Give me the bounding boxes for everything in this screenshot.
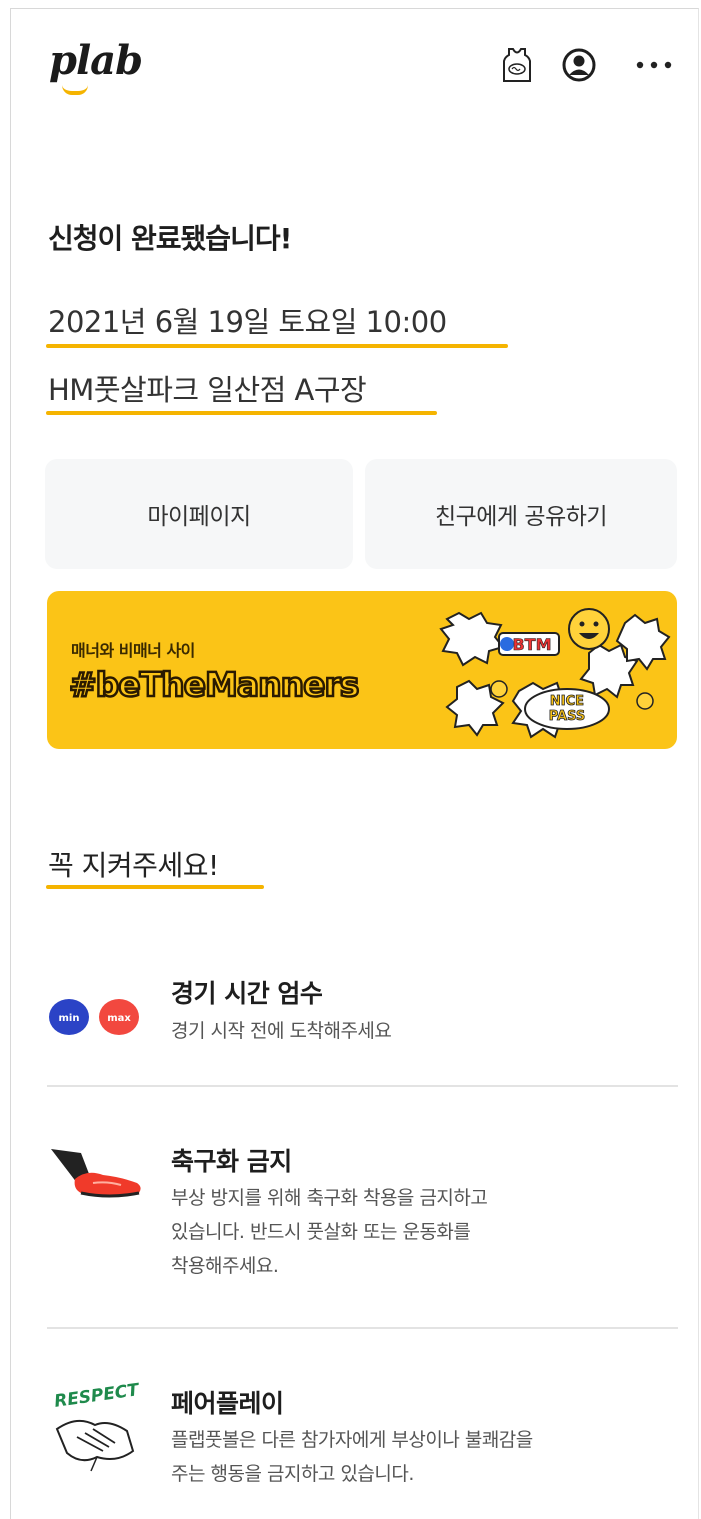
banner-subtitle: 매너와 비매너 사이 xyxy=(71,641,195,660)
banner-hashtag: #beTheManners xyxy=(68,664,361,706)
min-max-icon: min max xyxy=(47,989,147,1069)
respect-handshake-icon: RESPECT xyxy=(47,1371,147,1481)
share-button[interactable]: 친구에게 공유하기 xyxy=(365,459,677,569)
jersey-icon[interactable] xyxy=(499,47,535,83)
svg-text:PASS: PASS xyxy=(549,709,586,724)
place-underline xyxy=(46,411,437,415)
svg-text:NICE: NICE xyxy=(550,694,584,709)
rule-title: 경기 시간 엄수 xyxy=(171,979,323,1008)
svg-text:min: min xyxy=(59,1013,80,1024)
manners-banner[interactable]: 매너와 비매너 사이 #beTheManners NICE PASS BTM xyxy=(47,591,677,749)
rule-title: 페어플레이 xyxy=(171,1389,284,1418)
soccer-shoe-icon xyxy=(47,1139,147,1219)
match-date: 2021년 6월 19일 토요일 10:00 xyxy=(48,305,447,339)
user-icon[interactable] xyxy=(561,47,597,83)
page-title: 신청이 완료됐습니다! xyxy=(48,222,292,255)
section-title-underline xyxy=(46,885,264,889)
app-header: plab xyxy=(11,9,700,129)
page-frame: plab 신청이 완료됐습니다! 2021년 6월 19일 토요일 10:00 … xyxy=(10,8,699,1519)
rule-description: 플랩풋볼은 다른 참가자에게 부상이나 불쾌감을 주는 행동을 금지하고 있습니… xyxy=(171,1429,533,1485)
date-underline xyxy=(46,344,508,348)
match-place: HM풋살파크 일산점 A구장 xyxy=(48,373,367,407)
rule-divider xyxy=(47,1327,678,1329)
plab-logo[interactable]: plab xyxy=(49,37,143,84)
rule-divider xyxy=(47,1085,678,1087)
rule-title: 축구화 금지 xyxy=(171,1147,292,1176)
svg-text:max: max xyxy=(107,1013,131,1024)
rule-description: 경기 시작 전에 도착해주세요 xyxy=(171,1020,392,1042)
svg-text:BTM: BTM xyxy=(512,635,551,654)
mypage-button[interactable]: 마이페이지 xyxy=(45,459,353,569)
banner-illustration: NICE PASS BTM xyxy=(439,591,677,749)
svg-text:RESPECT: RESPECT xyxy=(53,1380,141,1412)
rule-description: 부상 방지를 위해 축구화 착용을 금지하고 있습니다. 반드시 풋살화 또는 … xyxy=(171,1187,488,1277)
rules-section-title: 꼭 지켜주세요! xyxy=(48,849,219,882)
logo-smile-mark xyxy=(62,85,88,95)
more-icon[interactable] xyxy=(629,47,679,83)
